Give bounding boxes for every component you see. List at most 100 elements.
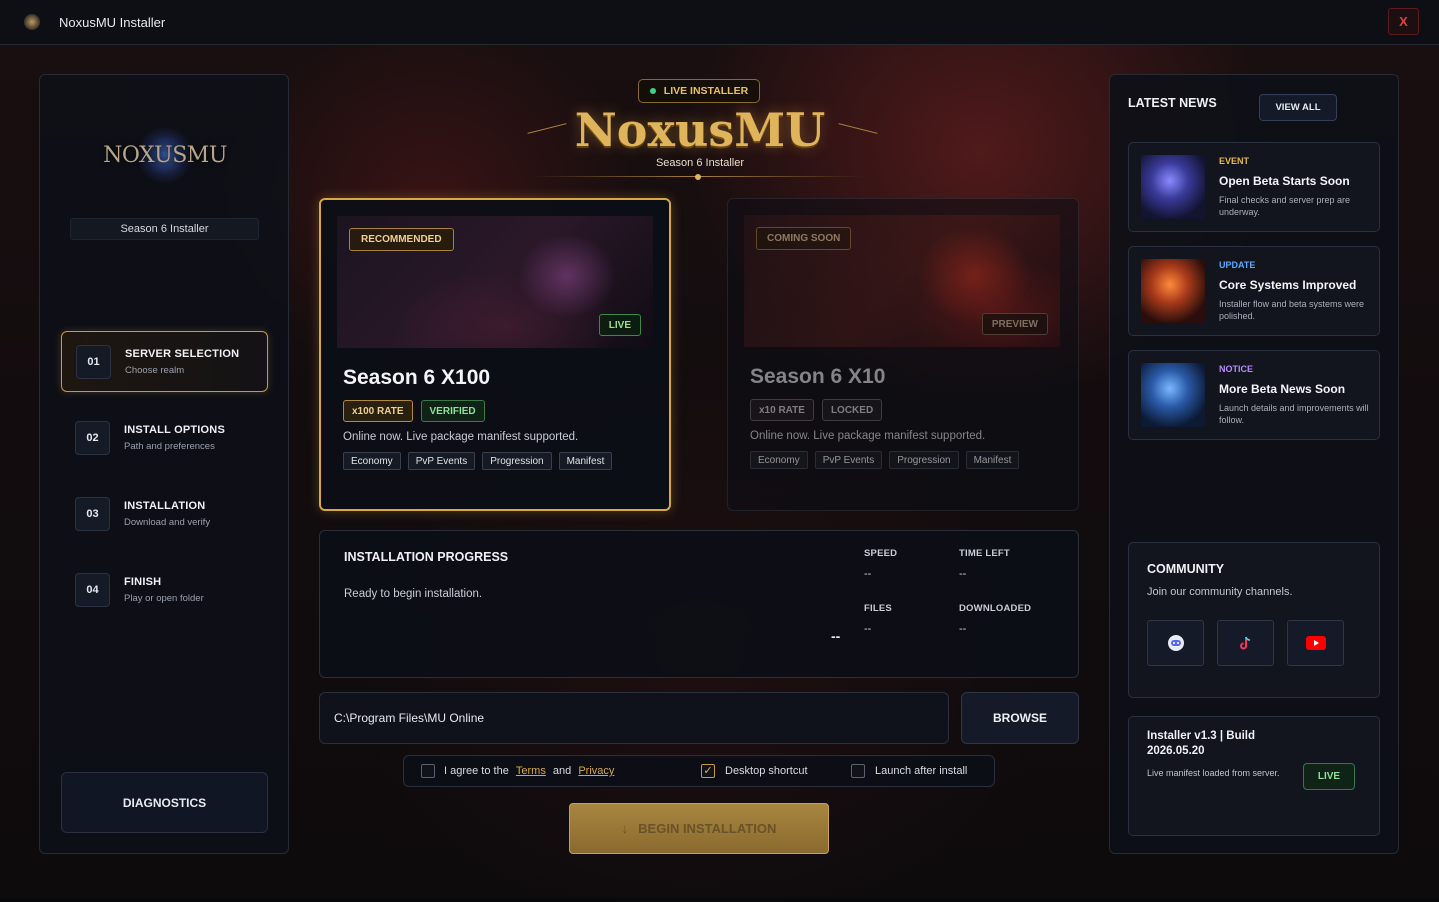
install-options-bar: I agree to the Terms and Privacy ✓ Deskt… <box>403 755 995 787</box>
news-item[interactable]: NOTICE More Beta News Soon Launch detail… <box>1128 350 1380 440</box>
agree-label: I agree to the Terms and Privacy <box>444 765 614 777</box>
terms-link[interactable]: Terms <box>516 765 546 777</box>
stat-label: DOWNLOADED <box>959 603 1032 614</box>
news-description: Installer flow and beta systems were pol… <box>1219 299 1365 321</box>
privacy-link[interactable]: Privacy <box>578 765 614 777</box>
server-artwork: RECOMMENDED LIVE <box>337 216 653 348</box>
season-label: Season 6 Installer <box>70 218 259 240</box>
step-server-selection[interactable]: 01 SERVER SELECTION Choose realm <box>61 331 268 392</box>
step-number: 04 <box>75 572 110 607</box>
step-number: 02 <box>75 420 110 455</box>
agree-and: and <box>552 765 572 777</box>
right-panel: LATEST NEWS VIEW ALL EVENT Open Beta Sta… <box>1109 74 1399 854</box>
feature-chip: Progression <box>889 451 959 469</box>
close-button[interactable]: X <box>1388 8 1419 35</box>
version-subtitle: Live manifest loaded from server. <box>1147 768 1280 778</box>
coming-soon-tag: COMING SOON <box>756 227 852 250</box>
step-subtitle: Choose realm <box>125 364 185 376</box>
server-description: Online now. Live package manifest suppor… <box>750 430 986 442</box>
sidebar: NOXUSMU Season 6 Installer 01 SERVER SEL… <box>39 74 289 854</box>
stat-downloaded: DOWNLOADED -- <box>959 603 1031 635</box>
view-all-button[interactable]: VIEW ALL <box>1259 94 1337 121</box>
live-installer-badge: LIVE INSTALLER <box>638 79 760 103</box>
app-logo-icon <box>24 14 40 30</box>
browse-button[interactable]: BROWSE <box>961 692 1079 744</box>
stat-value: -- <box>864 568 872 580</box>
logo-text: NOXUSMU <box>103 142 227 168</box>
version-panel: Installer v1.3 | Build 2026.05.20 Live m… <box>1128 716 1380 836</box>
stat-files: FILES -- <box>864 603 892 635</box>
stat-label: SPEED <box>864 548 898 559</box>
server-card-x100[interactable]: RECOMMENDED LIVE Season 6 X100 x100 RATE… <box>319 198 671 511</box>
community-subtitle: Join our community channels. <box>1147 586 1293 598</box>
news-category: NOTICE <box>1219 364 1254 374</box>
step-title: INSTALLATION <box>124 499 206 512</box>
step-installation[interactable]: 03 INSTALLATION Download and verify <box>61 483 268 544</box>
desktop-shortcut-checkbox[interactable]: ✓ <box>701 764 715 778</box>
download-arrow-icon: ↓ <box>621 821 629 836</box>
step-finish[interactable]: 04 FINISH Play or open folder <box>61 559 268 620</box>
server-description: Online now. Live package manifest suppor… <box>343 431 579 443</box>
rate-badge: x10 RATE <box>750 399 814 421</box>
desktop-shortcut-label: Desktop shortcut <box>725 765 808 777</box>
step-install-options[interactable]: 02 INSTALL OPTIONS Path and preferences <box>61 407 268 468</box>
progress-title: INSTALLATION PROGRESS <box>344 550 509 564</box>
youtube-button[interactable] <box>1287 620 1344 666</box>
server-title: Season 6 X10 <box>750 365 886 388</box>
brand-divider-knob <box>695 174 701 180</box>
stat-value: -- <box>959 623 967 635</box>
installation-progress-panel: INSTALLATION PROGRESS Ready to begin ins… <box>319 530 1079 678</box>
feature-chip: Economy <box>750 451 808 469</box>
window-title: NoxusMU Installer <box>59 14 166 30</box>
locked-badge: LOCKED <box>821 399 883 421</box>
news-description: Launch details and improvements will fol… <box>1219 403 1369 425</box>
news-item[interactable]: EVENT Open Beta Starts Soon Final checks… <box>1128 142 1380 232</box>
community-header: COMMUNITY <box>1147 562 1225 576</box>
step-subtitle: Path and preferences <box>124 440 215 452</box>
feature-chip: PvP Events <box>814 451 883 469</box>
tiktok-icon <box>1239 636 1250 650</box>
step-title: SERVER SELECTION <box>125 347 240 360</box>
step-number: 01 <box>76 344 111 379</box>
install-path-input[interactable]: C:\Program Files\MU Online <box>319 692 949 744</box>
rate-badge: x100 RATE <box>343 400 413 422</box>
sidebar-logo: NOXUSMU <box>100 115 230 195</box>
agree-prefix: I agree to the <box>444 765 509 777</box>
begin-label: BEGIN INSTALLATION <box>638 821 777 836</box>
news-thumbnail <box>1141 155 1205 219</box>
news-item[interactable]: UPDATE Core Systems Improved Installer f… <box>1128 246 1380 336</box>
stat-value: -- <box>959 568 967 580</box>
preview-tag: PREVIEW <box>981 313 1048 335</box>
stat-label: TIME LEFT <box>959 548 1010 559</box>
community-panel: COMMUNITY Join our community channels. <box>1128 542 1380 698</box>
news-title: More Beta News Soon <box>1219 382 1346 396</box>
bottom-strip <box>0 898 1439 902</box>
live-tag: LIVE <box>598 314 641 336</box>
diagnostics-button[interactable]: DIAGNOSTICS <box>61 772 268 833</box>
discord-button[interactable] <box>1147 620 1204 666</box>
begin-installation-button[interactable]: ↓ BEGIN INSTALLATION <box>569 803 829 854</box>
server-card-x10[interactable]: COMING SOON PREVIEW Season 6 X10 x10 RAT… <box>727 198 1079 511</box>
news-header: LATEST NEWS <box>1128 96 1217 110</box>
tiktok-button[interactable] <box>1217 620 1274 666</box>
brand-title: NoxusMU <box>574 103 826 157</box>
news-description: Final checks and server prep are underwa… <box>1219 195 1351 217</box>
step-subtitle: Play or open folder <box>124 592 204 604</box>
step-subtitle: Download and verify <box>124 516 211 528</box>
live-badge-label: LIVE INSTALLER <box>663 85 749 97</box>
discord-icon <box>1167 635 1184 651</box>
title-bar: NoxusMU Installer X <box>0 0 1439 45</box>
recommended-tag: RECOMMENDED <box>349 228 454 251</box>
progress-status: Ready to begin installation. <box>344 588 483 600</box>
stat-speed: SPEED -- <box>864 548 897 580</box>
server-title: Season 6 X100 <box>343 366 491 389</box>
verified-badge: VERIFIED <box>420 400 485 422</box>
news-title: Core Systems Improved <box>1219 278 1357 292</box>
news-thumbnail <box>1141 259 1205 323</box>
news-category: UPDATE <box>1219 260 1256 270</box>
step-title: FINISH <box>124 575 162 588</box>
server-artwork: COMING SOON PREVIEW <box>744 215 1060 347</box>
news-category: EVENT <box>1219 156 1250 166</box>
launch-after-checkbox[interactable] <box>851 764 865 778</box>
agree-checkbox[interactable] <box>421 764 435 778</box>
